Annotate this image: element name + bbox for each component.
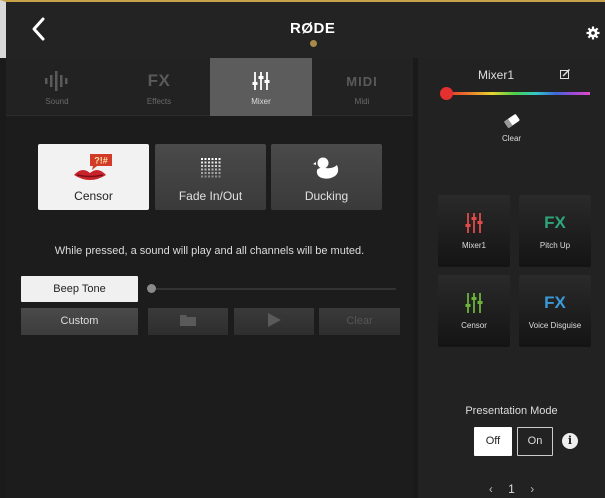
- pad-label: Voice Disguise: [528, 321, 582, 330]
- mode-ducking[interactable]: Ducking: [271, 144, 382, 210]
- midi-icon: MIDI: [346, 73, 378, 89]
- beep-tone-button[interactable]: Beep Tone: [21, 276, 138, 302]
- play-icon: [268, 313, 281, 328]
- tab-effects[interactable]: FX Effects: [108, 58, 210, 116]
- pad-mixer1[interactable]: Mixer1: [438, 195, 510, 267]
- mode-description: While pressed, a sound will play and all…: [54, 245, 365, 257]
- folder-icon: [180, 315, 196, 327]
- tab-midi[interactable]: MIDI Midi: [311, 58, 413, 116]
- tab-label: Mixer: [251, 97, 271, 106]
- mode-label: Censor: [74, 189, 113, 203]
- mode-fade[interactable]: Fade In/Out: [155, 144, 266, 210]
- pad-pitch-up[interactable]: FX Pitch Up: [519, 195, 591, 267]
- presentation-off-button[interactable]: Off: [474, 427, 512, 456]
- tab-bar: Sound FX Effects Mixer MIDI Midi: [6, 58, 413, 116]
- page-number: 1: [508, 482, 515, 496]
- mode-label: Fade In/Out: [178, 189, 243, 203]
- clear-sound-button[interactable]: Clear: [319, 308, 400, 335]
- tab-label: Midi: [354, 97, 370, 106]
- pad-label: Mixer1: [461, 241, 486, 250]
- play-button[interactable]: [234, 308, 314, 335]
- page-navigator: ‹ 1 ›: [418, 482, 605, 496]
- status-dot: [310, 40, 317, 47]
- prev-page-button[interactable]: ‹: [489, 482, 493, 496]
- presentation-mode-title: Presentation Mode: [465, 405, 558, 417]
- pad-voice-disguise[interactable]: FX Voice Disguise: [519, 275, 591, 347]
- tab-label: Sound: [45, 97, 69, 106]
- color-slider-track[interactable]: [446, 92, 590, 95]
- mixer-sliders-icon: [465, 293, 483, 313]
- pad-censor[interactable]: Censor: [438, 275, 510, 347]
- dot-grid-icon: [200, 158, 220, 178]
- load-file-button[interactable]: [148, 308, 228, 335]
- pad-label: Censor: [461, 321, 487, 330]
- mixer-sliders-icon: [465, 213, 483, 233]
- censor-mouth-icon: ?!#: [73, 154, 112, 180]
- tab-mixer[interactable]: Mixer: [210, 58, 312, 116]
- rode-logo: RØDE: [290, 20, 336, 37]
- edit-icon[interactable]: [560, 69, 570, 79]
- pad-settings-panel: Sound FX Effects Mixer MIDI Midi ?!# Cen…: [6, 58, 413, 498]
- clear-color-label: Clear: [501, 134, 522, 143]
- volume-slider-track[interactable]: [152, 288, 396, 290]
- tab-sound[interactable]: Sound: [6, 58, 108, 116]
- mode-censor[interactable]: ?!# Censor: [38, 144, 149, 210]
- mixer-sliders-icon: [252, 72, 270, 90]
- fx-icon: FX: [147, 71, 171, 90]
- fx-icon: FX: [544, 213, 566, 232]
- volume-slider-knob[interactable]: [147, 284, 156, 293]
- custom-sound-button[interactable]: Custom: [21, 308, 138, 335]
- top-bar: RØDE: [0, 0, 605, 58]
- eraser-icon[interactable]: [502, 113, 522, 129]
- info-icon[interactable]: i: [562, 433, 578, 449]
- pad-name: Mixer1: [478, 68, 515, 82]
- fx-icon: FX: [544, 293, 566, 312]
- censor-symbols: ?!#: [94, 156, 108, 166]
- back-icon[interactable]: [24, 14, 54, 44]
- next-page-button[interactable]: ›: [530, 482, 534, 496]
- color-slider-knob[interactable]: [440, 87, 453, 100]
- duck-icon: [312, 157, 338, 179]
- pad-bank-panel: Mixer1 Clear Mixer1 FX Pitch Up Censor F…: [418, 58, 605, 498]
- pad-label: Pitch Up: [539, 241, 571, 250]
- tab-label: Effects: [146, 97, 172, 106]
- sound-wave-icon: [45, 71, 68, 91]
- gear-icon[interactable]: [586, 26, 600, 40]
- presentation-on-button[interactable]: On: [517, 427, 553, 456]
- mode-label: Ducking: [304, 189, 349, 203]
